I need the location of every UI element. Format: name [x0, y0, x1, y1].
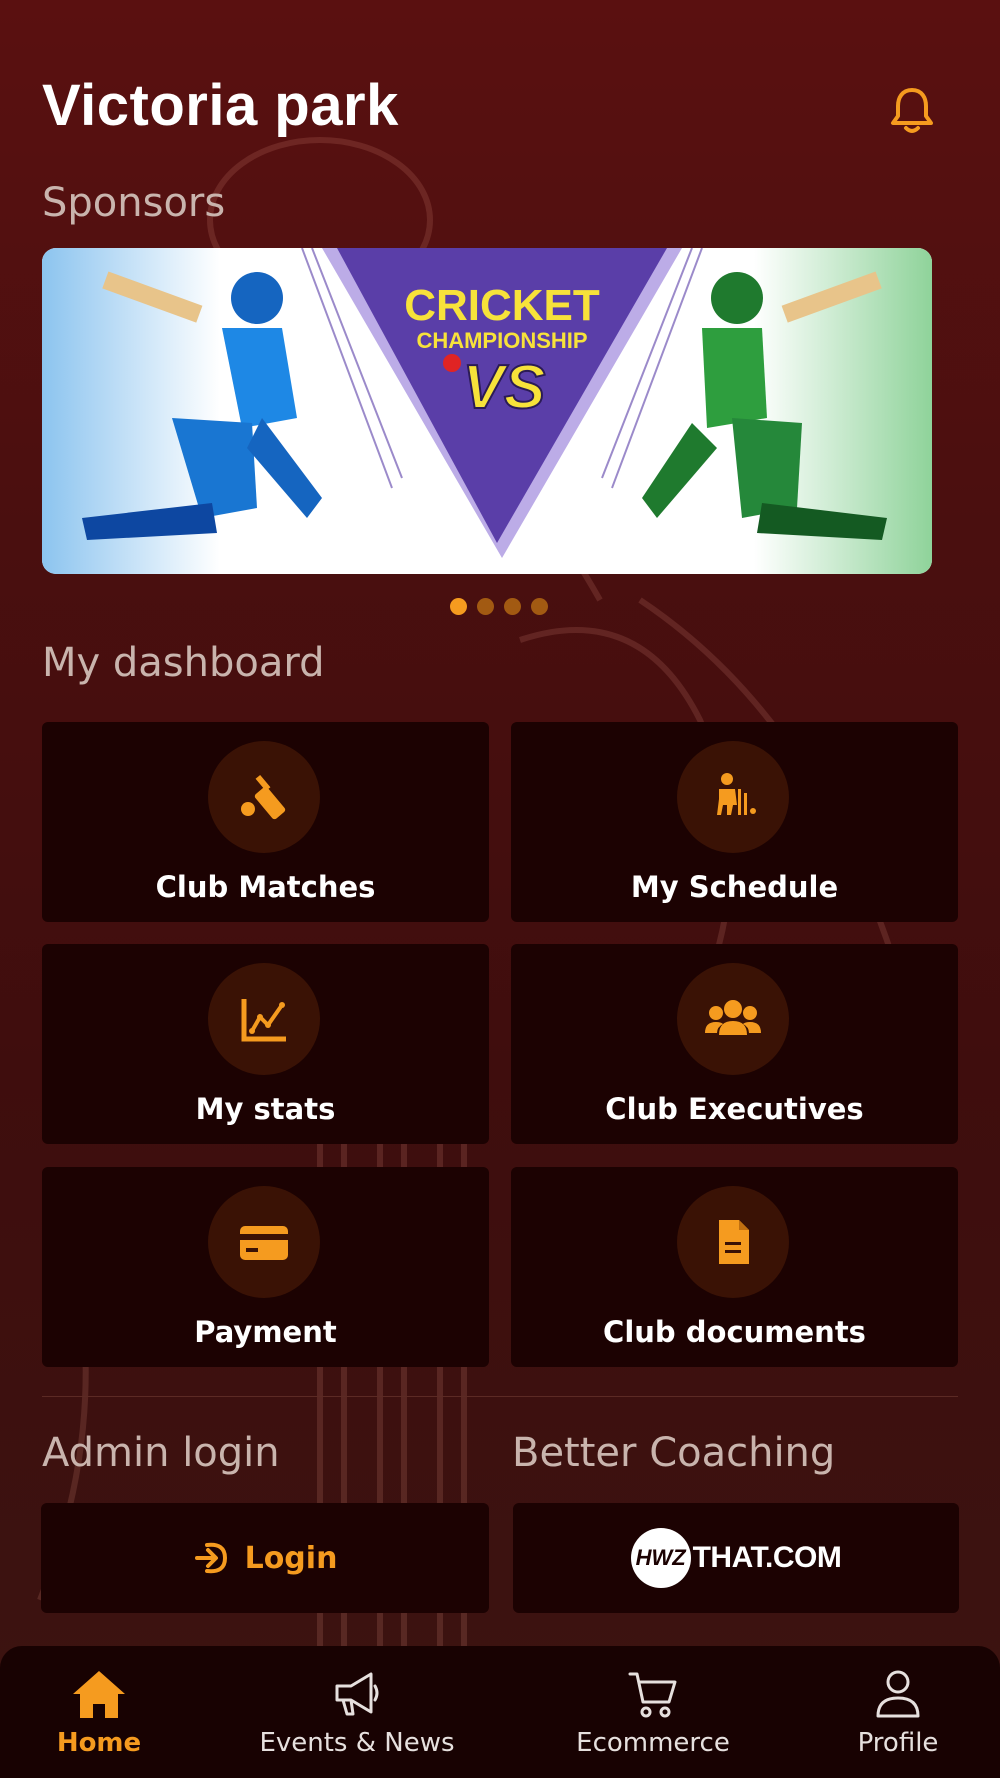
tile-label: My stats — [195, 1092, 336, 1126]
better-coaching-heading: Better Coaching — [512, 1430, 836, 1476]
user-icon — [876, 1670, 920, 1718]
login-button[interactable]: Login — [41, 1503, 489, 1613]
nav-label: Home — [56, 1728, 142, 1758]
logo-mark: HWZ — [630, 1528, 691, 1588]
tile-label: My Schedule — [630, 870, 839, 904]
document-icon — [719, 1220, 749, 1264]
tile-my-schedule[interactable]: My Schedule — [511, 722, 958, 922]
page-title: Victoria park — [42, 73, 399, 138]
carousel-dot[interactable] — [531, 598, 548, 615]
sponsor-banner[interactable]: CRICKET CHAMPIONSHIP VS — [42, 248, 932, 574]
carousel-dot[interactable] — [477, 598, 494, 615]
banner-subline: CHAMPIONSHIP — [416, 328, 587, 353]
nav-home[interactable]: Home — [40, 1646, 158, 1778]
banner-artwork: CRICKET CHAMPIONSHIP VS — [42, 248, 932, 574]
carousel-dot[interactable] — [504, 598, 521, 615]
batsman-icon — [717, 773, 756, 815]
tile-my-stats[interactable]: My stats — [42, 944, 489, 1144]
section-divider — [42, 1396, 958, 1397]
login-label: Login — [244, 1540, 338, 1576]
nav-label: Ecommerce — [576, 1728, 730, 1758]
tile-label: Club documents — [603, 1315, 866, 1349]
tile-label: Club Executives — [605, 1092, 864, 1126]
tile-payment[interactable]: Payment — [42, 1167, 489, 1367]
tile-label: Club Matches — [155, 870, 376, 904]
nav-ecommerce[interactable]: Ecommerce — [572, 1646, 734, 1778]
home-icon — [73, 1671, 125, 1718]
users-icon — [705, 1000, 761, 1035]
cricket-bat-icon — [241, 774, 286, 820]
tile-club-documents[interactable]: Club documents — [511, 1167, 958, 1367]
logo-text: THAT.COM — [692, 1541, 842, 1574]
banner-headline: CRICKET — [404, 281, 600, 330]
tile-label: Payment — [194, 1315, 337, 1349]
credit-card-icon — [240, 1226, 288, 1260]
nav-profile[interactable]: Profile — [850, 1646, 946, 1778]
sponsors-heading: Sponsors — [42, 180, 226, 226]
admin-login-heading: Admin login — [42, 1430, 280, 1476]
carousel-dot[interactable] — [450, 598, 467, 615]
banner-versus: VS — [463, 353, 546, 422]
better-coaching-link[interactable]: HWZ THAT.COM — [513, 1503, 959, 1613]
tile-club-matches[interactable]: Club Matches — [42, 722, 489, 922]
nav-events-news[interactable]: Events & News — [259, 1646, 455, 1778]
carousel-indicator — [450, 598, 548, 615]
nav-label: Profile — [857, 1728, 939, 1758]
nav-label: Events & News — [259, 1728, 455, 1758]
megaphone-icon — [335, 1672, 379, 1716]
howzthat-logo: HWZ THAT.COM — [630, 1528, 842, 1588]
login-arrow-icon — [194, 1542, 227, 1574]
dashboard-heading: My dashboard — [42, 640, 325, 686]
tile-club-executives[interactable]: Club Executives — [511, 944, 958, 1144]
cart-icon — [628, 1672, 677, 1718]
bottom-navigation: Home Events & News Ecommerce Profile — [0, 1646, 1000, 1778]
chart-line-icon — [241, 999, 286, 1042]
bell-icon[interactable] — [884, 82, 940, 138]
